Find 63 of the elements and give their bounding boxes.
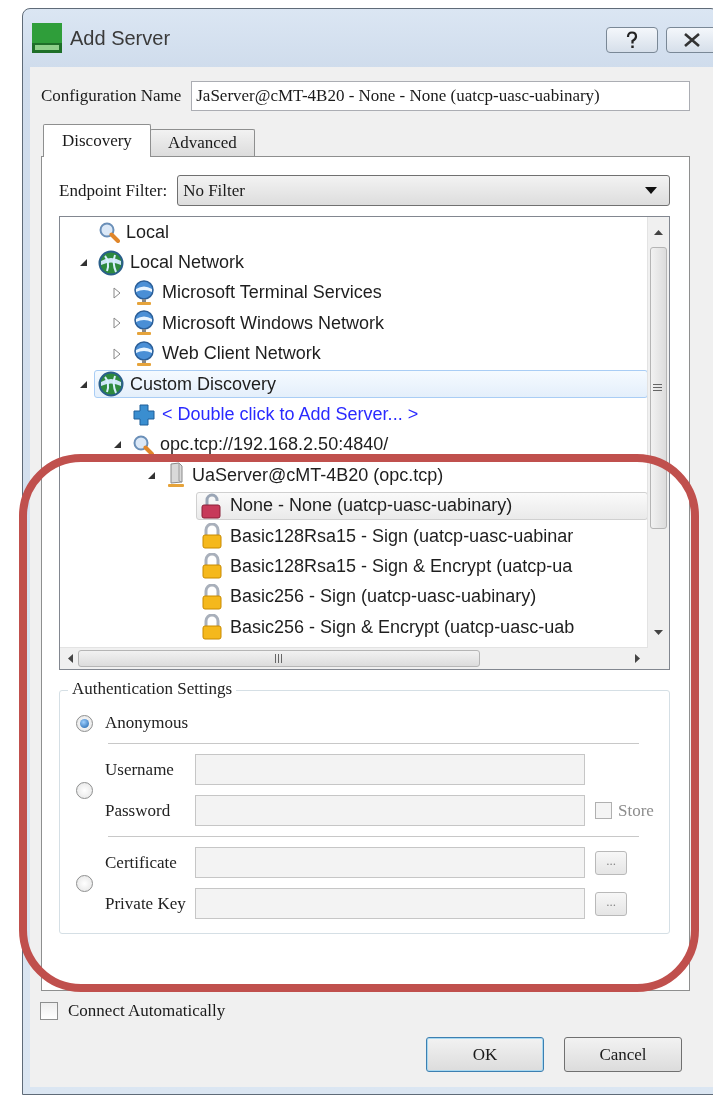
radio-label: Anonymous [105, 713, 189, 733]
checkbox[interactable] [40, 1002, 58, 1020]
field-label: Configuration Name [41, 86, 182, 106]
server-icon [166, 462, 186, 489]
dialog-button[interactable]: OK [426, 1037, 544, 1072]
padlock-icon [200, 614, 224, 641]
globe-icon [98, 371, 124, 398]
network-globe-icon [132, 279, 156, 306]
help-button[interactable] [606, 27, 658, 53]
field-label: Private Key [105, 893, 187, 914]
plus-icon [132, 402, 156, 427]
magnifier-icon [132, 433, 154, 456]
close-button[interactable] [666, 27, 713, 53]
tree-item[interactable]: Basic256 - Sign & Encrypt (uatcp-uasc-uab [196, 616, 579, 639]
scroll-right-icon [635, 654, 640, 663]
field-label: Certificate [105, 852, 178, 873]
checkbox-label: Connect Automatically [68, 1001, 226, 1021]
tree-item[interactable]: Microsoft Windows Network [128, 312, 389, 335]
open-padlock-icon [200, 492, 224, 519]
network-globe-icon [132, 340, 156, 367]
tree-item[interactable]: Basic128Rsa15 - Sign (uatcp-uasc-uabinar [196, 525, 578, 548]
tree-item[interactable]: Basic128Rsa15 - Sign & Encrypt (uatcp-ua [196, 555, 577, 578]
padlock-icon [200, 523, 224, 550]
magnifier-icon [98, 221, 120, 244]
tree-item[interactable]: Local Network [94, 251, 249, 274]
checkbox-label: Store [618, 800, 654, 821]
grip-icon [275, 654, 282, 663]
tree-item[interactable]: Local [94, 221, 174, 244]
vertical-scrollbar[interactable] [647, 217, 669, 648]
close-icon [683, 33, 701, 47]
tree-item[interactable]: None - None (uatcp-uasc-uabinary) [196, 491, 648, 520]
tree-item[interactable]: Custom Discovery [94, 370, 648, 399]
tab[interactable]: Discovery [43, 124, 151, 157]
network-globe-icon [132, 310, 156, 337]
tab[interactable]: Advanced [149, 129, 255, 156]
scroll-left-icon [68, 654, 73, 663]
window-title: Add Server [70, 26, 172, 50]
padlock-icon [200, 583, 224, 610]
dropdown-arrow-icon [645, 187, 657, 194]
radio-button[interactable] [76, 714, 93, 732]
tree-item[interactable]: Web Client Network [128, 342, 325, 365]
grip-icon [653, 384, 662, 391]
radio-button[interactable] [76, 874, 93, 892]
group-title: Authentication Settings [68, 679, 237, 699]
endpoint-filter-dropdown[interactable]: No Filter [177, 175, 670, 206]
padlock-icon [200, 553, 224, 580]
field-label: Password [105, 800, 172, 821]
configuration-name-field[interactable]: JaServer@cMT-4B20 - None - None (uatcp-uasc-uabinary) [191, 81, 690, 111]
tree-item[interactable]: opc.tcp://192.168.2.50:4840/ [128, 433, 393, 456]
tree-item[interactable]: Basic256 - Sign (uatcp-uasc-uabinary) [196, 585, 541, 608]
radio-button[interactable] [76, 781, 93, 799]
tree-item[interactable]: UaServer@cMT-4B20 (opc.tcp) [162, 464, 448, 487]
scroll-up-icon [654, 230, 663, 235]
scroll-down-icon [654, 630, 663, 635]
dialog-button[interactable]: Cancel [564, 1037, 682, 1072]
horizontal-scrollbar[interactable] [60, 647, 648, 669]
field-label: Username [105, 759, 175, 780]
app-icon [32, 23, 62, 53]
field-label: Endpoint Filter: [59, 180, 168, 201]
question-mark-icon [625, 31, 639, 49]
globe-icon [98, 249, 124, 276]
tree-item[interactable]: Microsoft Terminal Services [128, 281, 386, 304]
tree-item[interactable]: < Double click to Add Server... > [128, 403, 423, 426]
